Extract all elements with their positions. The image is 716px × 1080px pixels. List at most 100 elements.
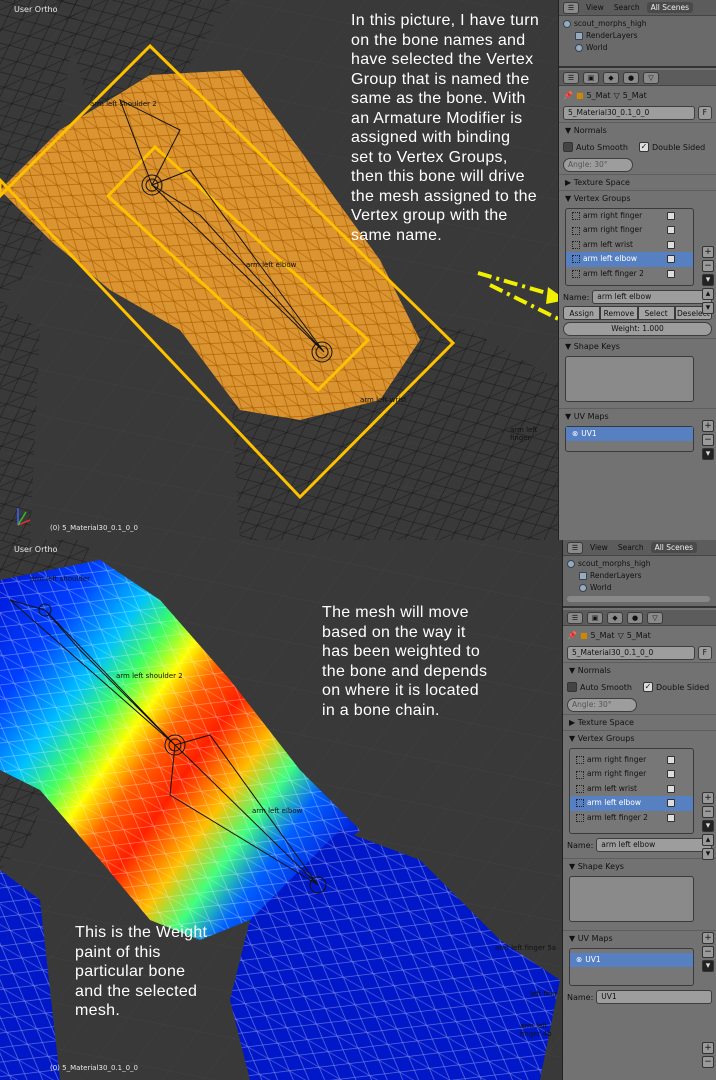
- list-item-selected[interactable]: arm left elbow: [566, 252, 693, 267]
- menu-view[interactable]: View: [587, 543, 611, 552]
- properties-tabs[interactable]: ☰ ▣ ◆ ● ▽: [563, 610, 716, 626]
- lock-icon[interactable]: [667, 226, 675, 235]
- shape-key-list[interactable]: [569, 876, 694, 922]
- assign-button[interactable]: Assign: [563, 306, 601, 320]
- lock-icon[interactable]: [667, 813, 675, 822]
- scenes-dropdown[interactable]: All Scenes: [646, 2, 694, 13]
- add-shape-key-button[interactable]: +: [702, 420, 714, 432]
- remove-group-button[interactable]: −: [702, 260, 714, 272]
- material-tab-icon[interactable]: ●: [627, 611, 643, 624]
- list-item[interactable]: arm right finger: [570, 753, 693, 767]
- list-item[interactable]: arm left finger 2: [570, 811, 693, 825]
- specials-menu-button[interactable]: ▾: [702, 820, 714, 832]
- auto-smooth-checkbox[interactable]: [567, 682, 577, 692]
- object-tab-icon[interactable]: ◆: [603, 71, 619, 84]
- lock-icon[interactable]: [667, 799, 675, 808]
- material-tab-icon[interactable]: ●: [623, 71, 639, 84]
- list-item[interactable]: arm right finger: [570, 767, 693, 781]
- pin-icon[interactable]: 📌: [567, 631, 577, 640]
- list-item[interactable]: arm left wrist: [566, 238, 693, 252]
- fake-user-button[interactable]: F: [697, 646, 712, 660]
- tree-item-renderlayers[interactable]: RenderLayers: [567, 570, 716, 582]
- mesh-name-field[interactable]: 5_Material30_0.1_0_0: [567, 646, 695, 660]
- lock-icon[interactable]: [667, 756, 675, 764]
- data-tab-icon[interactable]: ▽: [647, 611, 663, 624]
- uv-map-list[interactable]: ⊗ UV1: [565, 426, 694, 452]
- list-item-selected[interactable]: ⊗ UV1: [566, 427, 693, 442]
- add-group-button[interactable]: +: [702, 246, 714, 258]
- remove-group-button[interactable]: −: [702, 806, 714, 818]
- move-down-button[interactable]: ▾: [702, 302, 714, 314]
- scenes-dropdown[interactable]: All Scenes: [650, 542, 698, 553]
- list-item-selected[interactable]: arm left elbow: [570, 796, 693, 811]
- 3d-viewport-bottom[interactable]: User Ortho arm left shoulder arm left sh…: [0, 540, 562, 1080]
- normals-header[interactable]: ▼ Normals: [563, 662, 716, 678]
- vertex-groups-header[interactable]: ▼ Vertex Groups: [559, 190, 716, 206]
- editor-type-icon[interactable]: ☰: [567, 541, 583, 554]
- normals-header[interactable]: ▼ Normals: [559, 122, 716, 138]
- menu-search[interactable]: Search: [615, 543, 647, 552]
- data-tab-icon[interactable]: ▽: [643, 71, 659, 84]
- angle-field[interactable]: Angle: 30°: [567, 698, 637, 712]
- properties-tabs[interactable]: ☰ ▣ ◆ ● ▽: [559, 70, 716, 86]
- list-item[interactable]: arm left wrist: [570, 782, 693, 796]
- texture-space-header[interactable]: ▶ Texture Space: [563, 714, 716, 730]
- mesh-name-field[interactable]: 5_Material30_0.1_0_0: [563, 106, 695, 120]
- vertex-groups-header[interactable]: ▼ Vertex Groups: [563, 730, 716, 746]
- fake-user-button[interactable]: F: [697, 106, 712, 120]
- move-up-button[interactable]: ▴: [702, 288, 714, 300]
- menu-search[interactable]: Search: [611, 3, 643, 12]
- list-item[interactable]: arm right finger: [566, 223, 693, 237]
- editor-type-icon[interactable]: ☰: [567, 611, 583, 624]
- tree-item-renderlayers[interactable]: RenderLayers: [563, 30, 716, 42]
- double-sided-checkbox[interactable]: ✓: [642, 682, 653, 692]
- uv-map-list[interactable]: ⊗ UV1: [569, 948, 694, 986]
- lock-icon[interactable]: [667, 255, 675, 264]
- shape-key-specials-button[interactable]: ▾: [702, 960, 714, 972]
- shape-keys-header[interactable]: ▼ Shape Keys: [559, 338, 716, 354]
- lock-icon[interactable]: [667, 212, 675, 220]
- select-button[interactable]: Select: [637, 306, 675, 320]
- double-sided-checkbox[interactable]: ✓: [638, 142, 649, 152]
- auto-smooth-checkbox[interactable]: [563, 142, 573, 152]
- shape-key-list[interactable]: [565, 356, 694, 402]
- lock-icon[interactable]: [667, 269, 675, 278]
- angle-field[interactable]: Angle: 30°: [563, 158, 633, 172]
- remove-uv-button[interactable]: −: [702, 1056, 714, 1068]
- render-tab-icon[interactable]: ▣: [587, 611, 603, 624]
- add-group-button[interactable]: +: [702, 792, 714, 804]
- list-item[interactable]: arm left finger 2: [566, 267, 693, 281]
- editor-type-icon[interactable]: ☰: [563, 71, 579, 84]
- lock-icon[interactable]: [667, 770, 675, 779]
- uv-maps-header[interactable]: ▼ UV Maps: [563, 930, 716, 946]
- lock-icon[interactable]: [667, 240, 675, 249]
- tree-item-world[interactable]: World: [567, 582, 716, 594]
- add-uv-button[interactable]: +: [702, 1042, 714, 1054]
- lock-icon[interactable]: [667, 784, 675, 793]
- tree-item-scene[interactable]: scout_morphs_high: [567, 558, 716, 570]
- menu-view[interactable]: View: [583, 3, 607, 12]
- pin-icon[interactable]: 📌: [563, 91, 573, 100]
- remove-shape-key-button[interactable]: −: [702, 946, 714, 958]
- weight-slider[interactable]: Weight: 1.000: [563, 322, 712, 336]
- object-tab-icon[interactable]: ◆: [607, 611, 623, 624]
- shape-keys-header[interactable]: ▼ Shape Keys: [563, 858, 716, 874]
- vertex-group-list[interactable]: arm right finger arm right finger arm le…: [569, 748, 694, 834]
- 3d-viewport-top[interactable]: User Ortho arm left shoulder 2 arm left …: [0, 0, 558, 540]
- texture-space-header[interactable]: ▶ Texture Space: [559, 174, 716, 190]
- remove-button[interactable]: Remove: [600, 306, 638, 320]
- move-up-button[interactable]: ▴: [702, 834, 714, 846]
- shape-key-specials-button[interactable]: ▾: [702, 448, 714, 460]
- uv-maps-header[interactable]: ▼ UV Maps: [559, 408, 716, 424]
- uv-name-field[interactable]: UV1: [596, 990, 712, 1004]
- specials-menu-button[interactable]: ▾: [702, 274, 714, 286]
- tree-item-scene[interactable]: scout_morphs_high: [563, 18, 716, 30]
- add-shape-key-button[interactable]: +: [702, 932, 714, 944]
- editor-type-icon[interactable]: ☰: [563, 1, 579, 14]
- group-name-field[interactable]: arm left elbow: [596, 838, 712, 852]
- list-item-selected[interactable]: ⊗ UV1: [570, 953, 693, 968]
- group-name-field[interactable]: arm left elbow: [592, 290, 712, 304]
- tree-item-world[interactable]: World: [563, 42, 716, 54]
- vertex-group-list[interactable]: arm right finger arm right finger arm le…: [565, 208, 694, 286]
- remove-shape-key-button[interactable]: −: [702, 434, 714, 446]
